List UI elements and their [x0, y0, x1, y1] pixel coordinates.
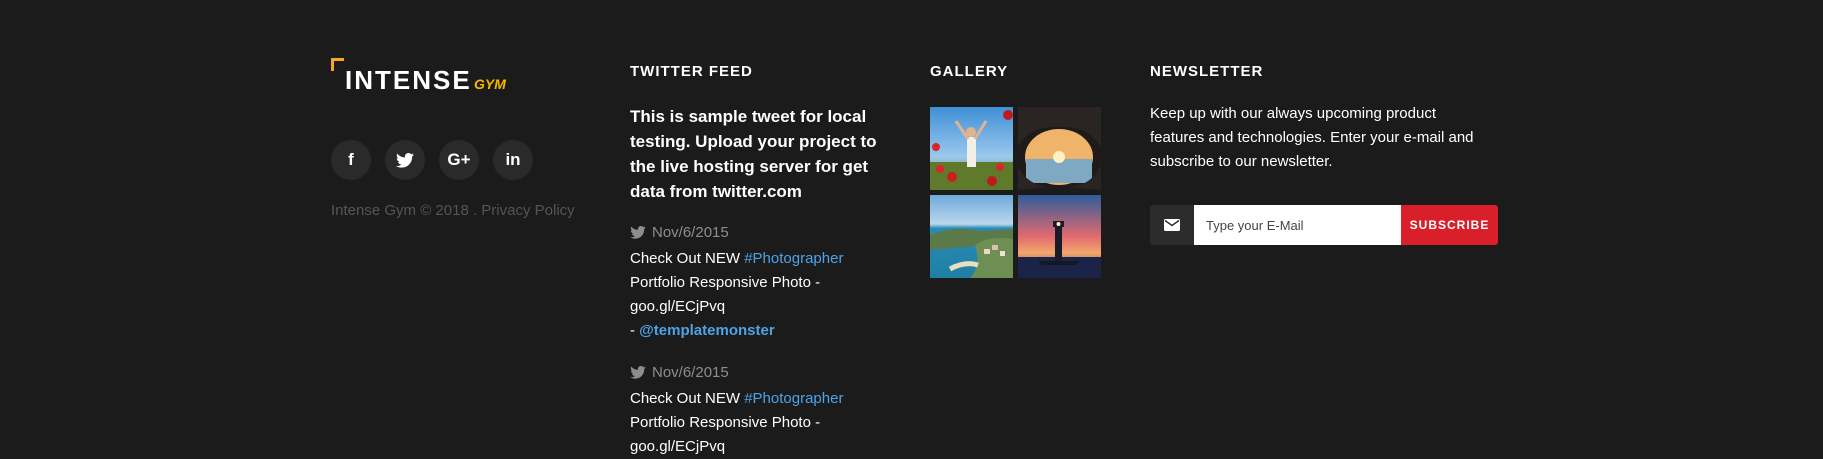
linkedin-glyph: in [505, 150, 521, 169]
twitter-feed-heading: TWITTER FEED [630, 63, 753, 80]
featured-tweet: This is sample tweet for local testing. … [630, 107, 877, 201]
copyright-text[interactable]: Intense Gym © 2018 . Privacy Policy [331, 202, 575, 219]
mention-link[interactable]: @templatemonster [639, 322, 775, 339]
facebook-icon[interactable]: f [331, 140, 371, 180]
twitter-bird-icon [630, 365, 646, 379]
subscribe-form: SUBSCRIBE [1150, 205, 1498, 245]
twitter-bird-icon [630, 225, 646, 239]
tweet-item: Nov/6/2015 Check Out NEW #Photographer P… [630, 362, 870, 459]
gallery-heading: GALLERY [930, 63, 1009, 80]
twitter-icon[interactable] [385, 140, 425, 180]
tweet-text-body: Portfolio Responsive Photo - goo.gl/ECjP… [630, 274, 821, 315]
subscribe-button[interactable]: SUBSCRIBE [1401, 205, 1498, 245]
hashtag-link[interactable]: #Photographer [744, 390, 843, 407]
tweet-text-body: Portfolio Responsive Photo - goo.gl/ECjP… [630, 414, 821, 455]
tweet-item: Nov/6/2015 Check Out NEW #Photographer P… [630, 222, 870, 343]
tweet-date: Nov/6/2015 [652, 223, 729, 241]
facebook-glyph: f [348, 150, 354, 169]
logo-main-text: INTENSE [345, 65, 472, 95]
twitter-bird-glyph [396, 152, 414, 168]
footer-brand: INTENSE GYM f G+ in Intense Gym © 2018 .… [331, 58, 591, 219]
gallery-image-sunset-through-cave[interactable] [1018, 107, 1101, 190]
social-links: f G+ in [331, 140, 533, 180]
tweet-text: Check Out NEW #Photographer Portfolio Re… [630, 247, 870, 343]
tweet-text-start: Check Out NEW [630, 390, 745, 407]
envelope-glyph [1164, 219, 1180, 231]
tweet-date: Nov/6/2015 [652, 363, 729, 381]
google-plus-icon[interactable]: G+ [439, 140, 479, 180]
tweet-dash: - [630, 322, 640, 339]
tweet-text-start: Check Out NEW [630, 250, 745, 267]
gallery-image-woman-in-poppy-field[interactable] [930, 107, 1013, 190]
logo[interactable]: INTENSE GYM [331, 58, 591, 94]
google-plus-glyph: G+ [447, 150, 471, 169]
logo-sub-text: GYM [474, 76, 506, 92]
hashtag-link[interactable]: #Photographer [744, 250, 843, 267]
logo-corner-mark [331, 58, 344, 71]
mail-icon [1150, 205, 1194, 245]
email-input[interactable] [1194, 205, 1401, 245]
linkedin-icon[interactable]: in [493, 140, 533, 180]
newsletter-description: Keep up with our always upcoming product… [1150, 105, 1474, 170]
newsletter-heading: NEWSLETTER [1150, 63, 1264, 80]
gallery-image-lighthouse-at-sunset[interactable] [1018, 195, 1101, 278]
gallery-image-coastal-town-beach[interactable] [930, 195, 1013, 278]
tweet-text: Check Out NEW #Photographer Portfolio Re… [630, 387, 870, 459]
